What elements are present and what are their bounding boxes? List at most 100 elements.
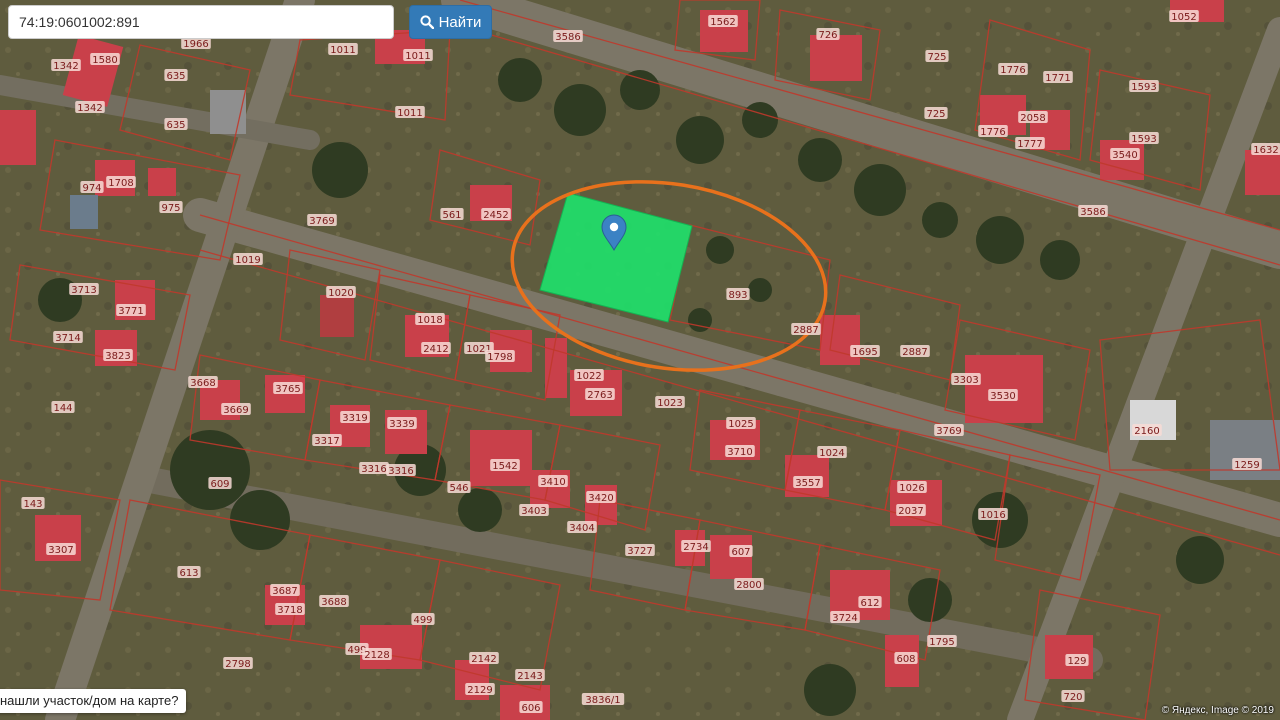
svg-text:3836/1: 3836/1 [585, 695, 620, 706]
svg-text:1023: 1023 [657, 398, 682, 409]
svg-text:1708: 1708 [108, 178, 133, 189]
svg-text:893: 893 [728, 290, 747, 301]
parcel-number-label: 3668 [188, 376, 218, 389]
svg-text:609: 609 [210, 479, 229, 490]
svg-text:1025: 1025 [728, 419, 753, 430]
svg-text:1695: 1695 [852, 347, 877, 358]
svg-text:2160: 2160 [1134, 426, 1159, 437]
parcel-number-label: 3836/1 [581, 693, 625, 706]
parcel-number-label: 1632 [1251, 143, 1280, 156]
svg-text:1776: 1776 [1000, 65, 1025, 76]
parcel-number-label: 3303 [951, 373, 981, 386]
parcel-number-label: 1593 [1129, 132, 1159, 145]
parcel-number-label: 3557 [793, 476, 823, 489]
parcel-number-label: 1562 [708, 15, 738, 28]
svg-text:613: 613 [179, 568, 198, 579]
svg-text:3420: 3420 [588, 493, 613, 504]
parcel-number-label: 561 [440, 208, 464, 221]
parcel-number-label: 3403 [519, 504, 549, 517]
parcel-number-label: 3586 [1078, 205, 1108, 218]
parcel-number-label: 2143 [515, 669, 545, 682]
parcel-number-label: 1259 [1232, 458, 1262, 471]
svg-text:612: 612 [860, 598, 879, 609]
svg-text:129: 129 [1067, 656, 1086, 667]
parcel-number-label: 3765 [273, 382, 303, 395]
parcel-number-label: 606 [519, 701, 543, 714]
parcel-number-label: 143 [21, 497, 45, 510]
parcel-number-label: 129 [1065, 654, 1089, 667]
parcel-number-label: 3724 [830, 611, 860, 624]
parcel-number-label: 1022 [574, 369, 604, 382]
parcel-number-label: 3769 [307, 214, 337, 227]
svg-text:3724: 3724 [832, 613, 857, 624]
search-button[interactable]: Найти [409, 5, 492, 39]
svg-text:3769: 3769 [936, 426, 961, 437]
parcel-number-label: 3714 [53, 331, 83, 344]
svg-text:1024: 1024 [819, 448, 844, 459]
parcel-number-label: 2142 [469, 652, 499, 665]
svg-text:3687: 3687 [272, 586, 297, 597]
svg-text:726: 726 [818, 30, 837, 41]
svg-text:2128: 2128 [364, 650, 389, 661]
svg-text:2798: 2798 [225, 659, 250, 670]
svg-text:3339: 3339 [389, 419, 414, 430]
svg-text:725: 725 [926, 109, 945, 120]
cadastral-number-input[interactable] [8, 5, 394, 39]
svg-text:1580: 1580 [92, 55, 117, 66]
parcel-number-label: 1342 [75, 101, 105, 114]
svg-text:1795: 1795 [929, 637, 954, 648]
svg-text:3307: 3307 [48, 545, 73, 556]
parcel-number-label: 1342 [51, 59, 81, 72]
svg-text:3303: 3303 [953, 375, 978, 386]
svg-text:3586: 3586 [1080, 207, 1105, 218]
svg-text:1026: 1026 [899, 483, 924, 494]
parcel-number-label: 725 [924, 107, 948, 120]
parcel-number-label: 1026 [897, 481, 927, 494]
svg-text:1259: 1259 [1234, 460, 1259, 471]
parcel-number-label: 974 [80, 181, 104, 194]
parcel-number-label: 726 [816, 28, 840, 41]
parcel-number-label: 3718 [275, 603, 305, 616]
svg-text:2037: 2037 [898, 506, 923, 517]
svg-text:3317: 3317 [314, 436, 339, 447]
parcel-number-label: 2800 [734, 578, 764, 591]
svg-text:1542: 1542 [492, 461, 517, 472]
parcel-number-label: 3669 [221, 403, 251, 416]
svg-text:1777: 1777 [1017, 139, 1042, 150]
parcel-number-label: 3319 [340, 411, 370, 424]
parcel-number-label: 1023 [655, 396, 685, 409]
svg-text:975: 975 [161, 203, 180, 214]
svg-text:2129: 2129 [467, 685, 492, 696]
parcel-number-label: 1776 [978, 125, 1008, 138]
svg-text:3403: 3403 [521, 506, 546, 517]
parcel-number-label: 1024 [817, 446, 847, 459]
parcel-number-label: 3316 [386, 464, 416, 477]
svg-text:561: 561 [442, 210, 461, 221]
svg-text:1798: 1798 [487, 352, 512, 363]
svg-text:1776: 1776 [980, 127, 1005, 138]
svg-text:725: 725 [927, 52, 946, 63]
parcel-number-label: 3771 [116, 304, 146, 317]
parcel-number-label: 1018 [415, 313, 445, 326]
parcel-number-label: 3317 [312, 434, 342, 447]
svg-text:608: 608 [896, 654, 915, 665]
parcel-number-label: 3339 [387, 417, 417, 430]
svg-text:3410: 3410 [540, 477, 565, 488]
parcel-number-label: 3530 [988, 389, 1018, 402]
svg-text:1018: 1018 [417, 315, 442, 326]
svg-text:3669: 3669 [223, 405, 248, 416]
svg-text:3404: 3404 [569, 523, 594, 534]
satellite-map[interactable]: 1966 1580 1342 1342 635 635 1011 1011 1011 3586 15… [0, 0, 1280, 720]
svg-text:546: 546 [449, 483, 468, 494]
parcel-number-label: 613 [177, 566, 201, 579]
svg-text:144: 144 [53, 403, 72, 414]
svg-text:3727: 3727 [627, 546, 652, 557]
svg-text:3557: 3557 [795, 478, 820, 489]
parcel-number-label: 3713 [69, 283, 99, 296]
svg-text:3718: 3718 [277, 605, 302, 616]
parcel-number-label: 3420 [586, 491, 616, 504]
parcel-number-label: 2412 [421, 342, 451, 355]
svg-text:3688: 3688 [321, 597, 346, 608]
parcel-number-label: 3727 [625, 544, 655, 557]
found-parcel-help-link[interactable]: нашли участок/дом на карте? [0, 689, 187, 713]
